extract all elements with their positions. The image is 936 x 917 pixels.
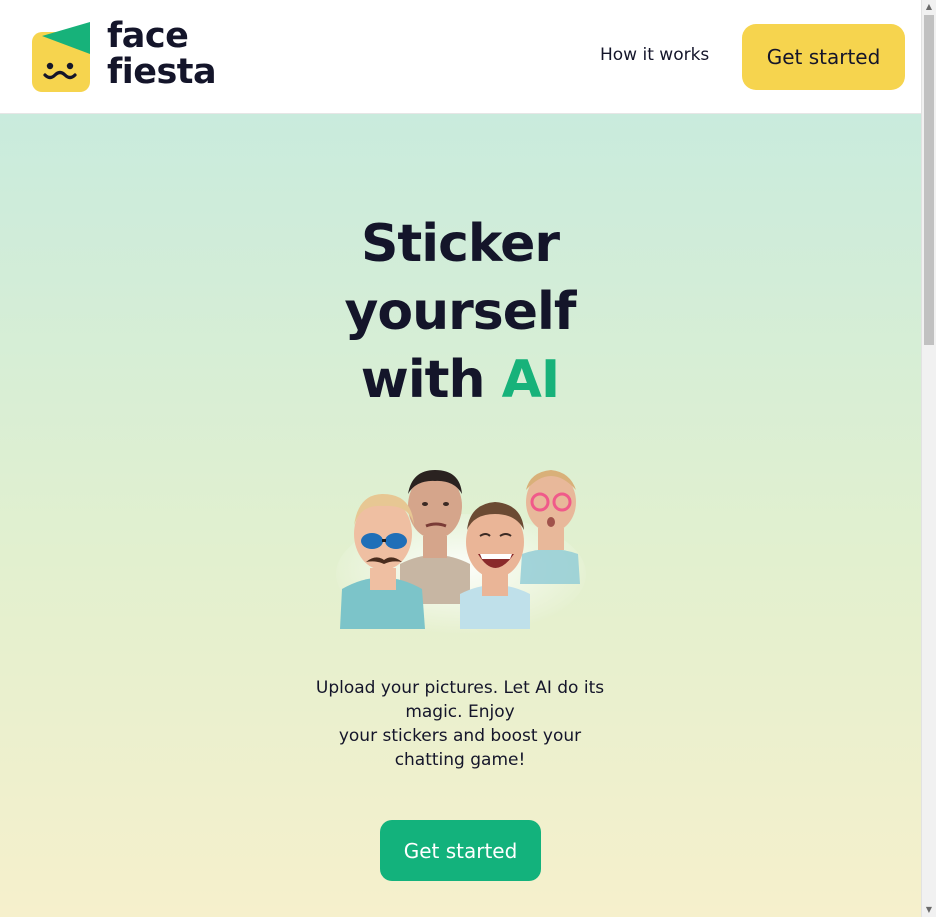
page: face fiesta How it works Get started Sti… (0, 0, 936, 917)
hero-title-line3-prefix: with (360, 350, 502, 410)
site-header: face fiesta How it works Get started (0, 0, 921, 114)
hero-title-accent: AI (501, 350, 561, 410)
scroll-up-arrow-icon[interactable]: ▲ (922, 0, 936, 14)
logo-link[interactable]: face fiesta (32, 18, 222, 94)
hero-title-line1: Sticker (360, 214, 560, 274)
vertical-scrollbar[interactable]: ▲ ▼ (921, 0, 936, 917)
header-get-started-button[interactable]: Get started (742, 24, 905, 90)
brand-name-line1: face (107, 16, 189, 56)
hero-description-line1: Upload your pictures. Let AI do its (315, 678, 605, 698)
scroll-down-arrow-icon[interactable]: ▼ (922, 903, 936, 917)
brand-wordmark: face fiesta (107, 16, 217, 92)
smiling-face-with-party-hat-icon (32, 22, 90, 92)
hero-title-line2: yourself (344, 282, 577, 342)
hero-description-line2: magic. Enjoy (405, 702, 515, 722)
hero-get-started-button[interactable]: Get started (380, 820, 541, 881)
nav-how-it-works[interactable]: How it works (600, 45, 709, 65)
hero-description-line3: your stickers and boost your (338, 726, 582, 746)
hero-title-line3: with AI (260, 346, 660, 414)
hero-description: Upload your pictures. Let AI do its magi… (300, 676, 620, 772)
hero-title: Sticker yourself with AI (260, 210, 660, 414)
hero-description-line4: chatting game! (394, 750, 526, 770)
ai-face-stickers-collage (336, 470, 586, 634)
hero-section: Sticker yourself with AI Upload your pic… (0, 114, 921, 917)
brand-name-line2: fiesta (107, 52, 217, 92)
viewport: face fiesta How it works Get started Sti… (0, 0, 921, 917)
scrollbar-thumb[interactable] (924, 15, 934, 345)
